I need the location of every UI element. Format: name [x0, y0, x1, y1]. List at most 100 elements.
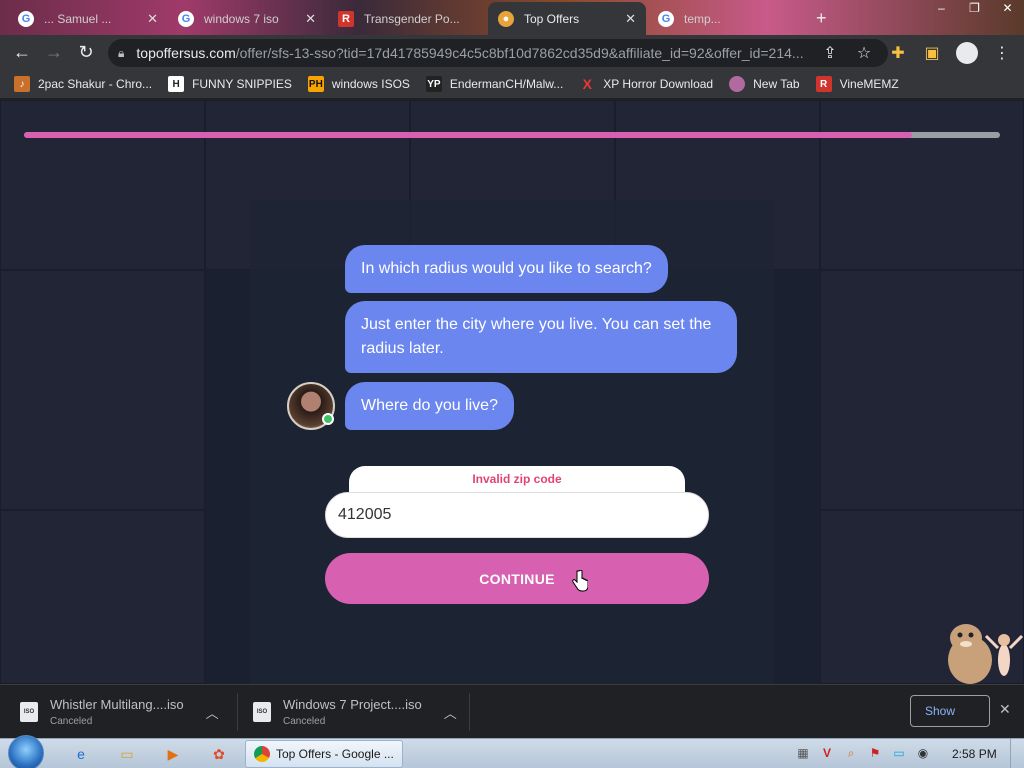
bookmarks-bar: ♪ 2pac Shakur - Chro... H FUNNY SNIPPIES… — [0, 70, 1024, 98]
online-status-dot — [322, 413, 334, 425]
tray-flag-icon[interactable]: ⚑ — [866, 744, 884, 762]
iso-file-icon: ISO — [20, 702, 38, 722]
tab-title: temp... — [684, 11, 721, 26]
browser-tab[interactable]: G ... Samuel ... ✕ — [8, 2, 168, 35]
browser-tab[interactable]: G temp... — [648, 2, 808, 35]
bookmark-item[interactable]: PH windows ISOS — [307, 76, 410, 92]
chrome-icon — [254, 746, 270, 762]
divider — [237, 693, 238, 731]
continue-button[interactable]: CONTINUE — [325, 553, 709, 604]
window-controls: – ❐ ✕ — [925, 0, 1024, 18]
progress-bar — [24, 132, 1000, 138]
bookmark-label: windows ISOS — [331, 77, 410, 91]
chat-bubble: In which radius would you like to search… — [345, 245, 668, 293]
chat-bubble: Just enter the city where you live. You … — [345, 301, 737, 373]
side-panel-icon[interactable]: ▣ — [922, 43, 942, 63]
web-page: In which radius would you like to search… — [0, 100, 1024, 684]
close-icon[interactable]: ✕ — [305, 11, 316, 27]
tab-title: Top Offers — [524, 11, 580, 26]
paint-icon[interactable]: ✿ — [208, 743, 230, 765]
chevron-up-icon[interactable]: ︿ — [444, 703, 457, 722]
download-item[interactable]: ISO Whistler Multilang....iso Canceled ︿ — [20, 685, 219, 739]
close-icon[interactable]: ✕ — [999, 701, 1011, 718]
taskbar-clock[interactable]: 2:58 PM — [952, 747, 997, 761]
progress-fill — [24, 132, 913, 138]
profile-avatar-icon[interactable] — [956, 41, 978, 64]
download-item[interactable]: ISO Windows 7 Project....iso Canceled ︿ — [253, 685, 457, 739]
tab-title: windows 7 iso — [204, 11, 279, 26]
chevron-up-icon[interactable]: ︿ — [206, 703, 219, 722]
url-host: topoffersus.com — [136, 45, 236, 61]
bookmark-label: XP Horror Download — [603, 77, 714, 91]
toolbar-actions: ⇪ ☆ ✚ ▣ ⋮ — [820, 35, 1024, 70]
reload-icon[interactable]: ↻ — [70, 37, 102, 69]
redtube-icon: R — [338, 10, 354, 27]
taskbar-chrome-window[interactable]: Top Offers - Google ... — [245, 740, 403, 768]
close-icon[interactable]: ✕ — [147, 11, 158, 27]
bookmark-2pac-icon: ♪ — [14, 76, 30, 92]
tab-title: Transgender Po... — [364, 11, 460, 26]
tab-title: ... Samuel ... — [44, 11, 112, 26]
browser-tab[interactable]: G windows 7 iso ✕ — [168, 2, 326, 35]
browser-toolbar: ← → ↻ 🔒︎ topoffersus.com /offer/sfs-13-s… — [0, 35, 1024, 70]
google-icon: G — [178, 10, 194, 27]
bookmark-item[interactable]: X XP Horror Download — [579, 76, 714, 92]
tray-v-icon[interactable]: V — [818, 744, 836, 762]
lock-icon[interactable]: 🔒︎ — [118, 46, 124, 61]
iso-file-icon: ISO — [253, 702, 271, 722]
close-window-icon[interactable]: ✕ — [991, 0, 1024, 18]
address-bar[interactable]: 🔒︎ topoffersus.com /offer/sfs-13-sso?tid… — [108, 39, 888, 67]
download-status: Canceled — [283, 716, 326, 727]
browser-tab[interactable]: R Transgender Po... — [328, 2, 486, 35]
bookmark-x-icon: X — [582, 76, 592, 92]
bookmark-item[interactable]: R VineMEMZ — [815, 76, 899, 92]
show-all-button[interactable]: Show — [910, 695, 990, 727]
bookmark-star-icon[interactable]: ☆ — [854, 43, 874, 63]
tray-monitor-icon[interactable]: ▭ — [890, 744, 908, 762]
tray-search-icon[interactable]: ⌕ — [842, 744, 860, 762]
taskbar-window-title: Top Offers - Google ... — [276, 747, 394, 761]
newtab-icon — [729, 76, 746, 92]
new-tab-icon[interactable]: + — [816, 8, 827, 29]
extensions-icon[interactable]: ✚ — [888, 43, 908, 63]
hamster-sprite — [948, 624, 1024, 684]
bookmark-label: 2pac Shakur - Chro... — [38, 77, 153, 91]
minimize-icon[interactable]: – — [925, 0, 958, 18]
start-button[interactable] — [8, 735, 44, 768]
restore-icon[interactable]: ❐ — [958, 0, 991, 18]
internet-explorer-icon[interactable]: e — [70, 743, 92, 765]
url-path: /offer/sfs-13-sso?tid=17d41785949c4c5c8b… — [235, 45, 804, 61]
divider — [469, 693, 470, 731]
share-icon[interactable]: ⇪ — [820, 43, 840, 63]
forward-icon[interactable]: → — [38, 37, 70, 69]
zip-input[interactable] — [325, 492, 709, 538]
show-desktop-button[interactable] — [1010, 739, 1024, 768]
browser-tab-active[interactable]: ● Top Offers ✕ — [488, 2, 646, 35]
file-explorer-icon[interactable]: ▭ — [116, 743, 138, 765]
bookmark-label: New Tab — [753, 77, 800, 91]
tab-strip: G ... Samuel ... ✕ G windows 7 iso ✕ R T… — [0, 0, 1024, 35]
menu-icon[interactable]: ⋮ — [992, 43, 1012, 63]
close-icon[interactable]: ✕ — [625, 11, 636, 27]
hand-cursor-icon — [572, 570, 588, 592]
bookmark-ph-icon: PH — [307, 76, 324, 92]
bookmark-label: FUNNY SNIPPIES — [192, 77, 292, 91]
bookmark-item[interactable]: H FUNNY SNIPPIES — [168, 76, 292, 92]
google-icon: G — [658, 10, 674, 27]
download-filename: Whistler Multilang....iso — [50, 697, 184, 712]
bookmark-item[interactable]: YP EndermanCH/Malw... — [425, 76, 564, 92]
bookmark-yp-icon: YP — [425, 76, 442, 92]
media-player-icon[interactable]: ▶ — [162, 743, 184, 765]
download-status: Canceled — [50, 716, 93, 727]
bookmark-h-icon: H — [168, 76, 185, 92]
tray-app-icon[interactable]: ▦ — [794, 744, 812, 762]
google-icon: G — [18, 10, 34, 27]
bookmark-item[interactable]: New Tab — [729, 76, 800, 92]
chat-bubble: Where do you live? — [345, 382, 514, 430]
bookmark-label: EndermanCH/Malw... — [449, 77, 564, 91]
back-icon[interactable]: ← — [6, 37, 38, 69]
tray-volume-icon[interactable]: ◉ — [914, 744, 932, 762]
bookmark-r-icon: R — [815, 76, 832, 92]
bookmark-label: VineMEMZ — [839, 77, 899, 91]
bookmark-item[interactable]: ♪ 2pac Shakur - Chro... — [14, 76, 152, 92]
